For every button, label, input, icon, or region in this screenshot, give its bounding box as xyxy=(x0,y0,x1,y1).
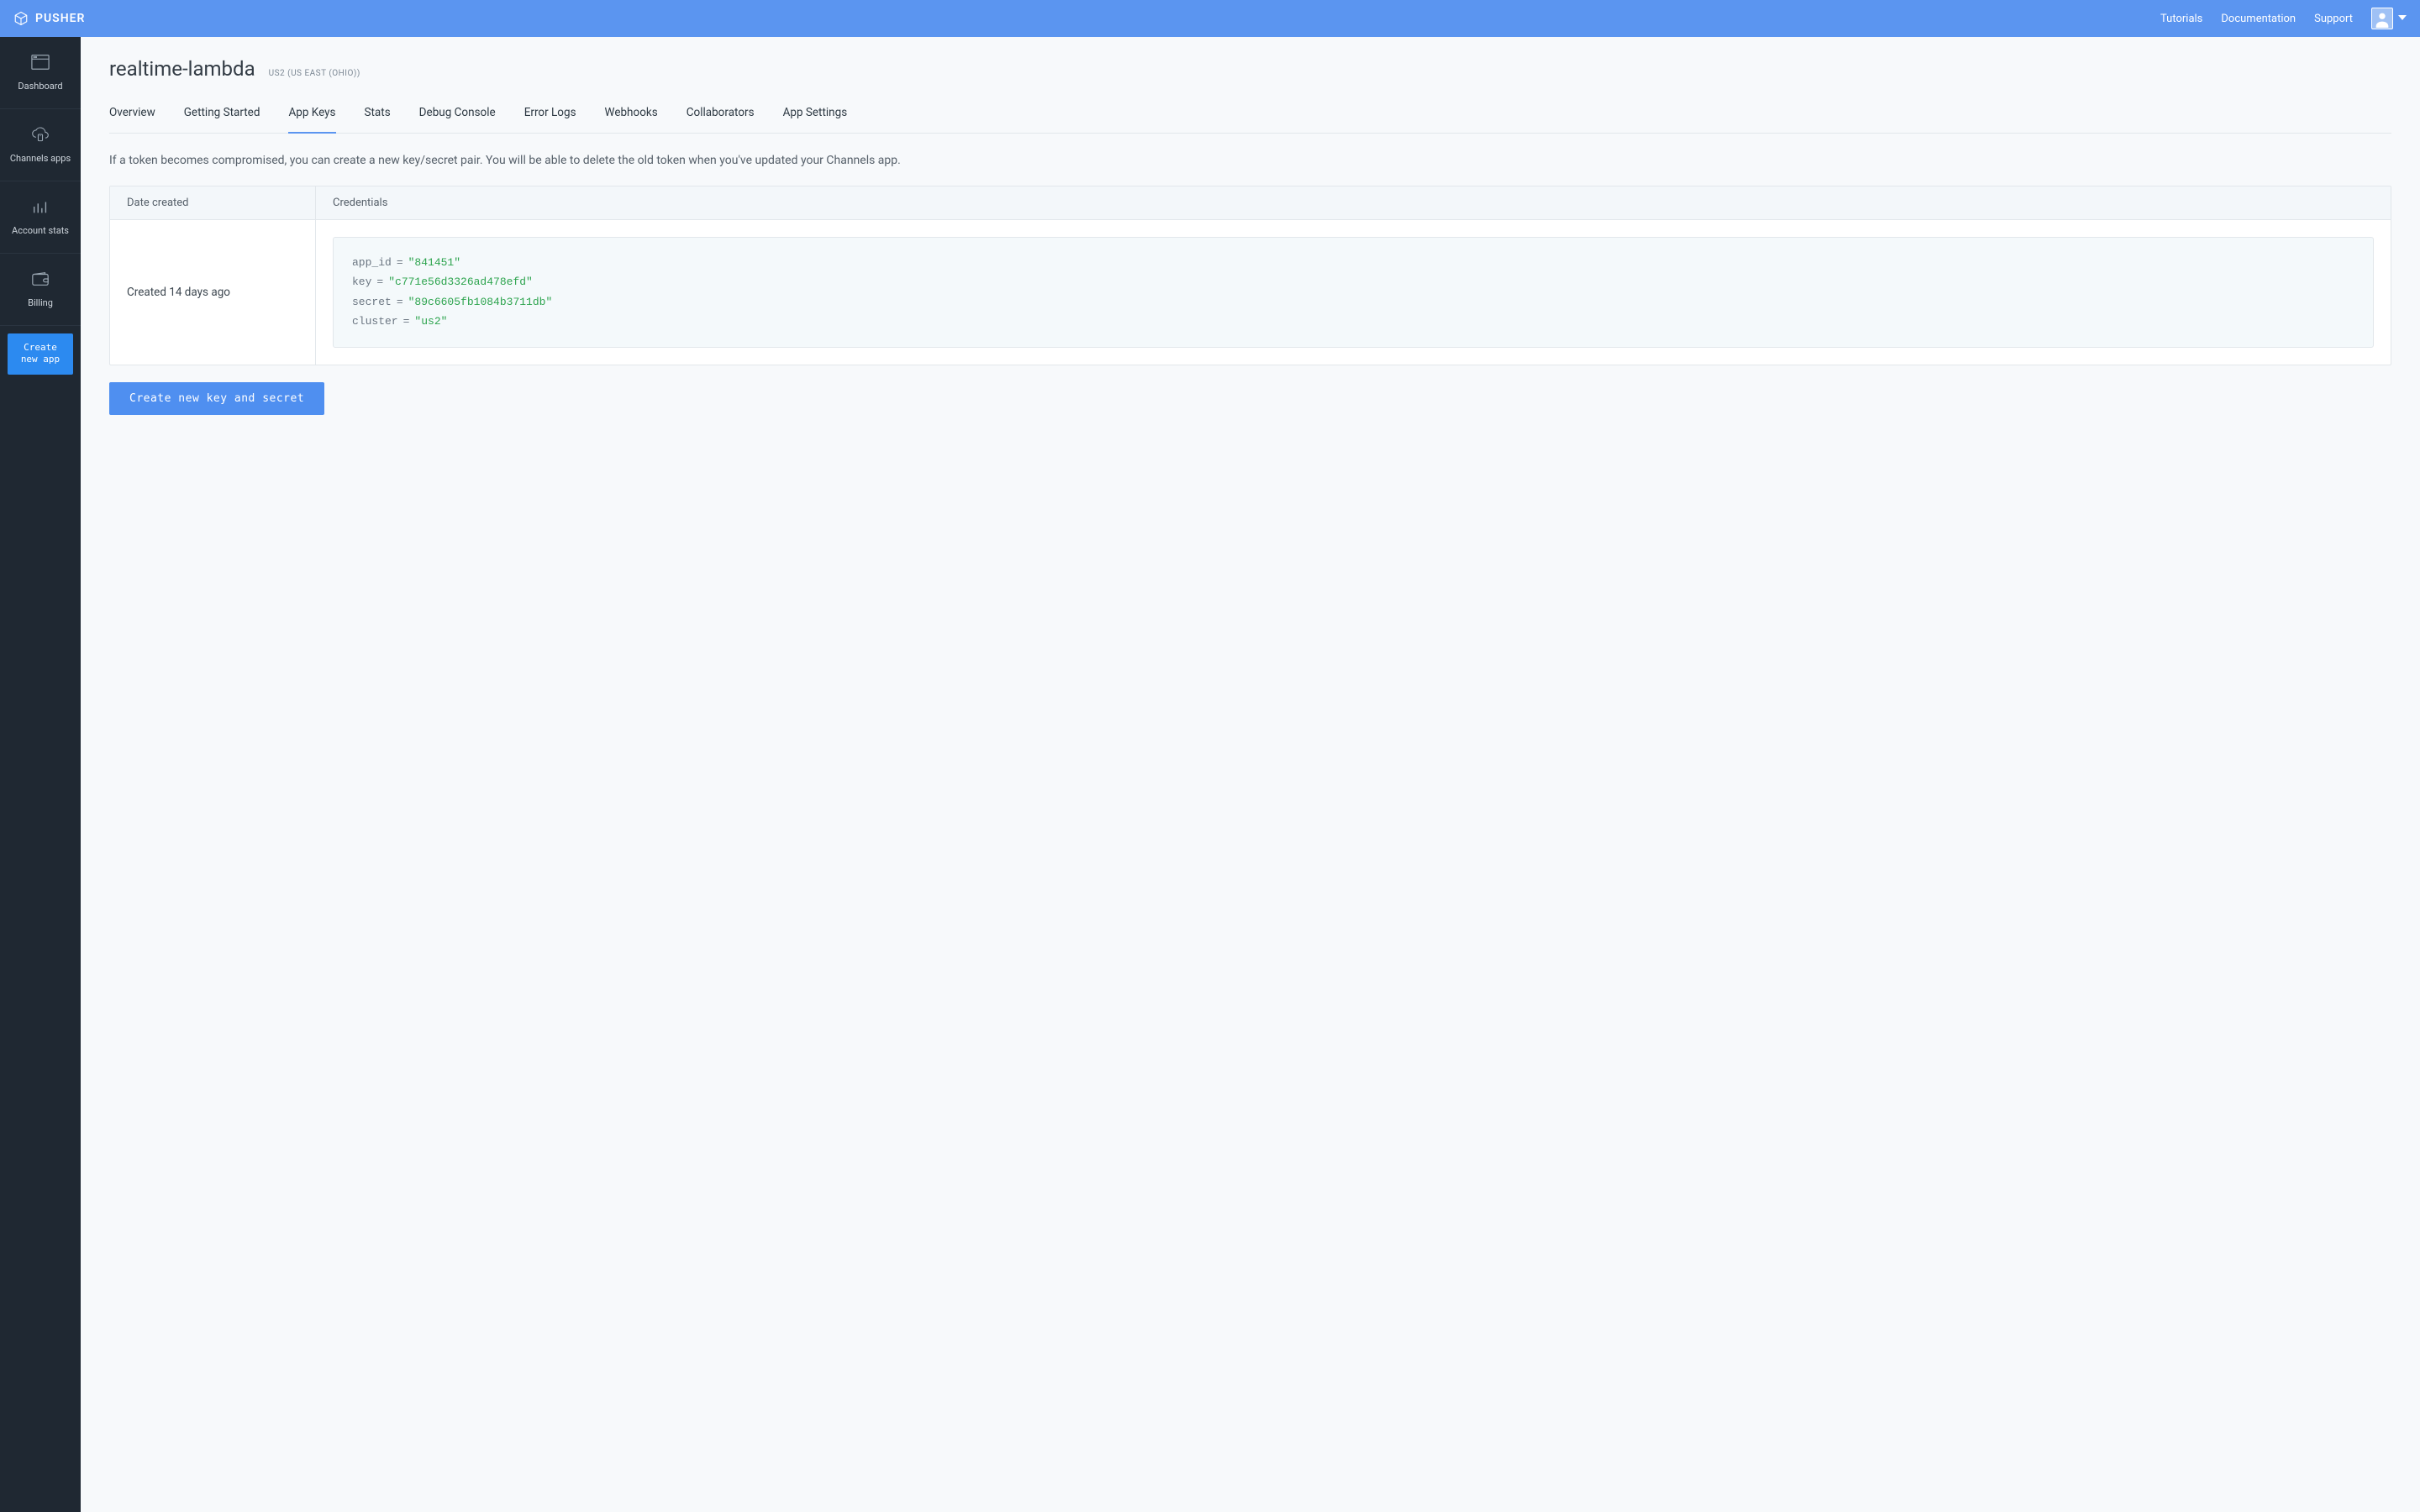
helper-text: If a token becomes compromised, you can … xyxy=(109,154,2391,167)
cloud-app-icon xyxy=(31,126,50,146)
nav-documentation[interactable]: Documentation xyxy=(2221,13,2296,25)
dashboard-icon xyxy=(31,54,50,74)
sidebar: Dashboard Channels apps xyxy=(0,37,81,1512)
sidebar-item-account-stats[interactable]: Account stats xyxy=(0,181,81,254)
cluster-badge: US2 (US EAST (OHIO)) xyxy=(269,69,360,78)
credential-line-app-id: app_id = "841451" xyxy=(352,253,2354,272)
create-new-key-button[interactable]: Create new key and secret xyxy=(109,382,324,415)
credential-value: "841451" xyxy=(408,256,460,269)
credential-key: app_id xyxy=(352,256,392,269)
credential-value: "89c6605fb1084b3711db" xyxy=(408,296,553,308)
credential-value: "us2" xyxy=(414,315,447,328)
create-new-app-button[interactable]: Create new app xyxy=(8,333,73,375)
top-header: PUSHER Tutorials Documentation Support xyxy=(0,0,2420,37)
avatar-icon xyxy=(2371,8,2393,29)
sidebar-item-label: Account stats xyxy=(12,225,69,236)
sidebar-item-label: Billing xyxy=(28,297,53,308)
credential-line-cluster: cluster = "us2" xyxy=(352,312,2354,331)
brand-text: PUSHER xyxy=(35,12,85,25)
tab-getting-started[interactable]: Getting Started xyxy=(184,106,260,133)
sidebar-item-dashboard[interactable]: Dashboard xyxy=(0,37,81,109)
credential-key: secret xyxy=(352,296,392,308)
tab-error-logs[interactable]: Error Logs xyxy=(524,106,576,133)
credential-line-secret: secret = "89c6605fb1084b3711db" xyxy=(352,292,2354,312)
col-header-date: Date created xyxy=(110,186,316,219)
col-header-credentials: Credentials xyxy=(316,186,2391,219)
credential-line-key: key = "c771e56d3326ad478efd" xyxy=(352,272,2354,291)
sidebar-item-billing[interactable]: Billing xyxy=(0,254,81,326)
user-menu[interactable] xyxy=(2371,8,2407,29)
tab-collaborators[interactable]: Collaborators xyxy=(687,106,755,133)
wallet-icon xyxy=(31,270,50,291)
created-cell: Created 14 days ago xyxy=(110,220,316,365)
tabs: Overview Getting Started App Keys Stats … xyxy=(109,106,2391,134)
credentials-cell: app_id = "841451" key = "c771e56d3326ad478ef… xyxy=(316,220,2391,365)
main-content: realtime-lambda US2 (US EAST (OHIO)) Ove… xyxy=(81,37,2420,1512)
equals-sign: = xyxy=(397,256,403,269)
tab-webhooks[interactable]: Webhooks xyxy=(605,106,658,133)
pusher-logo-icon xyxy=(13,11,29,26)
stats-icon xyxy=(31,198,50,218)
nav-support[interactable]: Support xyxy=(2314,13,2353,25)
tab-debug-console[interactable]: Debug Console xyxy=(419,106,496,133)
credential-key: key xyxy=(352,276,371,288)
app-keys-table: Date created Credentials Created 14 days… xyxy=(109,186,2391,365)
credentials-code-block: app_id = "841451" key = "c771e56d3326ad478ef… xyxy=(333,237,2374,348)
sidebar-item-label: Dashboard xyxy=(18,81,62,92)
sidebar-create-app: Create new app xyxy=(0,326,81,382)
sidebar-item-label: Channels apps xyxy=(10,153,71,164)
credential-value: "c771e56d3326ad478efd" xyxy=(388,276,533,288)
table-row: Created 14 days ago app_id = "841451" key =… xyxy=(110,220,2391,365)
nav-tutorials[interactable]: Tutorials xyxy=(2160,13,2202,25)
page-title-row: realtime-lambda US2 (US EAST (OHIO)) xyxy=(109,57,2391,81)
equals-sign: = xyxy=(397,296,403,308)
equals-sign: = xyxy=(403,315,410,328)
sidebar-item-channels-apps[interactable]: Channels apps xyxy=(0,109,81,181)
tab-app-keys[interactable]: App Keys xyxy=(288,106,335,133)
page-title: realtime-lambda xyxy=(109,57,255,81)
table-head: Date created Credentials xyxy=(110,186,2391,220)
brand[interactable]: PUSHER xyxy=(13,11,85,26)
header-nav: Tutorials Documentation Support xyxy=(2160,8,2407,29)
chevron-down-icon xyxy=(2398,13,2407,25)
tab-app-settings[interactable]: App Settings xyxy=(783,106,848,133)
tab-overview[interactable]: Overview xyxy=(109,106,155,133)
equals-sign: = xyxy=(376,276,383,288)
credential-key: cluster xyxy=(352,315,398,328)
tab-stats[interactable]: Stats xyxy=(365,106,391,133)
